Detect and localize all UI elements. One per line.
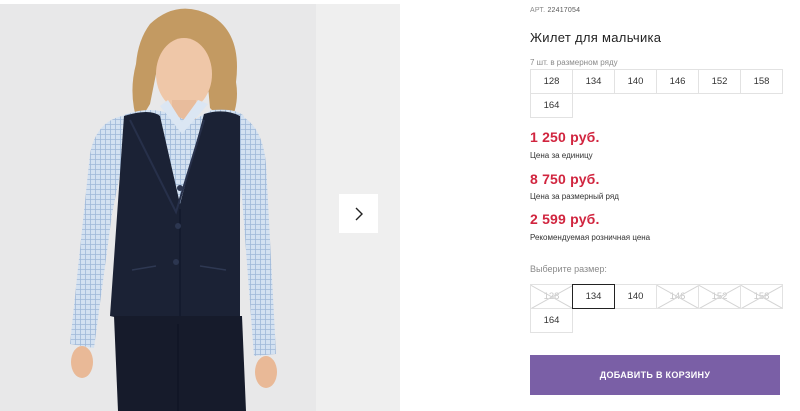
size-option-128: 128 — [530, 284, 573, 309]
size-range-item: 140 — [614, 69, 657, 94]
add-to-cart-button[interactable]: ДОБАВИТЬ В КОРЗИНУ — [530, 355, 780, 395]
retail-price: 2 599 руб. — [530, 211, 600, 227]
range-price: 8 750 руб. — [530, 171, 600, 187]
size-picker-label: Выберите размер: — [530, 264, 607, 274]
product-title: Жилет для мальчика — [530, 30, 662, 45]
size-option-140[interactable]: 140 — [614, 284, 657, 309]
size-range-item: 158 — [740, 69, 783, 94]
retail-price-caption: Рекомендуемая розничная цена — [530, 233, 651, 242]
unit-price: 1 250 руб. — [530, 129, 600, 145]
photo-boy-in-vest — [0, 4, 316, 411]
chevron-right-icon — [355, 207, 363, 220]
size-option-146: 146 — [656, 284, 699, 309]
range-price-caption: Цена за размерный ряд — [530, 192, 619, 201]
size-option-158: 158 — [740, 284, 783, 309]
size-range-label: 7 шт. в размерном ряду — [530, 58, 618, 67]
size-range-item: 152 — [698, 69, 741, 94]
size-range-item: 128 — [530, 69, 573, 94]
size-picker: 128 134 140 146 152 158 164 — [530, 284, 783, 333]
next-photo-button[interactable] — [339, 194, 378, 233]
size-option-134[interactable]: 134 — [572, 284, 615, 309]
product-photo[interactable] — [0, 4, 316, 411]
size-range-grid: 128 134 140 146 152 158 164 — [530, 69, 783, 118]
unit-price-caption: Цена за единицу — [530, 151, 593, 160]
size-option-164[interactable]: 164 — [530, 308, 573, 333]
article-number: АРТ. 22417054 — [530, 7, 580, 14]
article-value: 22417054 — [547, 7, 581, 14]
article-label: АРТ. — [530, 7, 546, 14]
product-gallery — [0, 0, 400, 411]
size-option-152: 152 — [698, 284, 741, 309]
size-range-item: 134 — [572, 69, 615, 94]
size-range-item: 164 — [530, 93, 573, 118]
size-range-item: 146 — [656, 69, 699, 94]
